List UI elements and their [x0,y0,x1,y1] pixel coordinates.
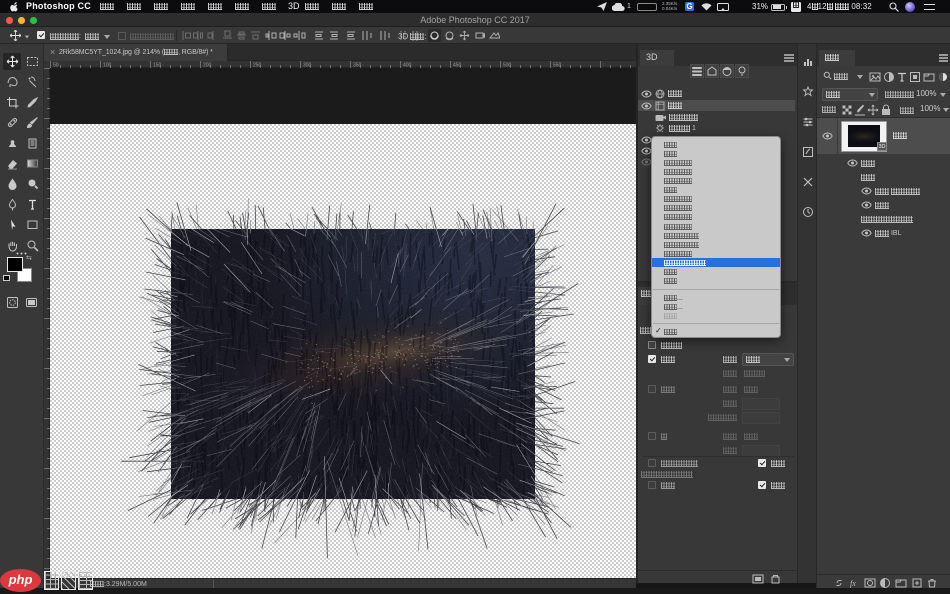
svg-text:fx: fx [850,579,856,588]
